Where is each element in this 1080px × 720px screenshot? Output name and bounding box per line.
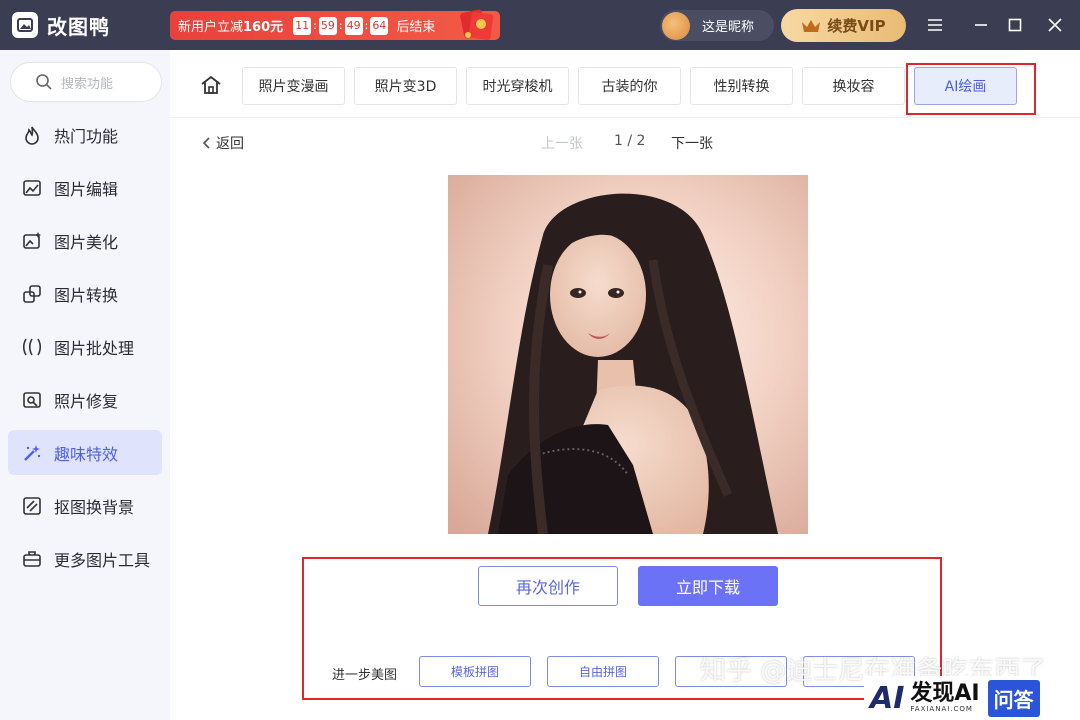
cutout-icon: [21, 495, 43, 517]
badge-ai-logo: AI: [870, 680, 905, 716]
image-beautify-icon: [21, 230, 43, 252]
tab-ancient-costume[interactable]: 古装的你: [578, 67, 681, 105]
badge-subtitle: FAXIANAI.COM: [910, 705, 973, 713]
red-envelope-icon: [460, 9, 494, 41]
sidebar-item-label: 图片编辑: [54, 179, 119, 199]
app-name: 改图鸭: [47, 14, 110, 39]
logo-icon: [12, 12, 38, 38]
result-image: [448, 175, 808, 534]
countdown-minutes: 59: [318, 16, 337, 35]
sidebar-item-cutout[interactable]: 抠图换背景: [8, 483, 162, 528]
close-icon[interactable]: [1042, 12, 1068, 38]
vip-label: 续费VIP: [827, 17, 886, 35]
sidebar-item-label: 图片批处理: [54, 338, 135, 358]
menu-icon[interactable]: [922, 12, 948, 38]
tab-photo-to-3d[interactable]: 照片变3D: [354, 67, 457, 105]
app-logo: 改图鸭: [12, 11, 110, 40]
chevron-left-icon: [202, 137, 210, 149]
sidebar-item-image-edit[interactable]: 图片编辑: [8, 165, 162, 210]
back-button[interactable]: 返回: [200, 133, 244, 153]
photo-repair-icon: [21, 389, 43, 411]
tab-makeup[interactable]: 换妆容: [802, 67, 905, 105]
feature-tabs-bar: 照片变漫画 照片变3D 时光穿梭机 古装的你 性别转换 换妆容 AI绘画: [170, 50, 1080, 118]
sidebar-item-label: 热门功能: [54, 126, 119, 146]
sidebar-item-more-tools[interactable]: 更多图片工具: [8, 536, 162, 581]
search-placeholder: 搜索功能: [61, 76, 114, 92]
badge-title: 发现AI: [910, 681, 980, 706]
avatar: [662, 11, 690, 40]
tab-gender-swap[interactable]: 性别转换: [690, 67, 793, 105]
sidebar-item-batch[interactable]: 图片批处理: [8, 324, 162, 369]
renew-vip-button[interactable]: 续费VIP: [781, 9, 906, 42]
search-input[interactable]: 搜索功能: [10, 62, 162, 102]
sidebar-item-image-beautify[interactable]: 图片美化: [8, 218, 162, 263]
template-collage-button[interactable]: 模板拼图: [419, 656, 531, 687]
batch-icon: [21, 336, 43, 358]
countdown-seconds: 49: [344, 16, 363, 35]
user-profile[interactable]: 这是昵称: [660, 10, 774, 41]
promo-banner[interactable]: 新用户立减 160元 11: 59: 49: 64 后结束: [170, 9, 500, 41]
image-convert-icon: [21, 283, 43, 305]
tab-time-machine[interactable]: 时光穿梭机: [466, 67, 569, 105]
sidebar: 搜索功能 热门功能 图片编辑 图片美化 图片转换 图片批处理 照片修复 趣味特效…: [0, 50, 170, 720]
user-nickname: 这是昵称: [702, 20, 755, 35]
sidebar-item-label: 图片美化: [54, 232, 119, 252]
sidebar-item-hot[interactable]: 热门功能: [8, 112, 162, 157]
magic-wand-icon: [21, 442, 43, 464]
free-collage-button[interactable]: 自由拼图: [547, 656, 659, 687]
further-edit-label: 进一步美图: [332, 668, 398, 683]
maximize-icon[interactable]: [1002, 12, 1028, 38]
image-edit-icon: [21, 177, 43, 199]
download-button[interactable]: 立即下载: [638, 566, 778, 606]
sidebar-item-label: 更多图片工具: [54, 550, 151, 570]
fire-icon: [21, 124, 43, 146]
countdown-hours: 11: [293, 16, 312, 35]
countdown-ms: 64: [370, 16, 389, 35]
badge-ask: 问答: [987, 679, 1040, 717]
back-label: 返回: [216, 136, 244, 152]
sidebar-item-label: 抠图换背景: [54, 497, 135, 517]
sidebar-item-label: 图片转换: [54, 285, 119, 305]
sidebar-item-label: 照片修复: [54, 391, 119, 411]
sidebar-item-photo-repair[interactable]: 照片修复: [8, 377, 162, 422]
promo-suffix: 后结束: [396, 20, 436, 35]
title-bar: 改图鸭 新用户立减 160元 11: 59: 49: 64 后结束 这是昵称 续费…: [0, 0, 1080, 50]
promo-amount: 160元: [243, 20, 284, 35]
sidebar-item-fun-effects[interactable]: 趣味特效: [8, 430, 162, 475]
minimize-icon[interactable]: [968, 12, 994, 38]
prev-image-button[interactable]: 上一张: [541, 133, 583, 153]
next-image-button[interactable]: 下一张: [671, 133, 713, 153]
search-icon: [36, 74, 52, 90]
page-indicator: 1 / 2: [614, 133, 646, 149]
recreate-button[interactable]: 再次创作: [478, 566, 618, 606]
toolbox-icon: [21, 548, 43, 570]
tab-photo-to-comic[interactable]: 照片变漫画: [242, 67, 345, 105]
crown-icon: [802, 19, 821, 32]
tab-ai-painting[interactable]: AI绘画: [914, 67, 1017, 105]
promo-text: 新用户立减: [178, 20, 244, 35]
home-icon[interactable]: [200, 74, 222, 96]
sidebar-item-image-convert[interactable]: 图片转换: [8, 271, 162, 316]
sidebar-item-label: 趣味特效: [54, 444, 119, 464]
site-badge: AI 发现AI FAXIANAI.COM 问答: [864, 676, 1080, 720]
